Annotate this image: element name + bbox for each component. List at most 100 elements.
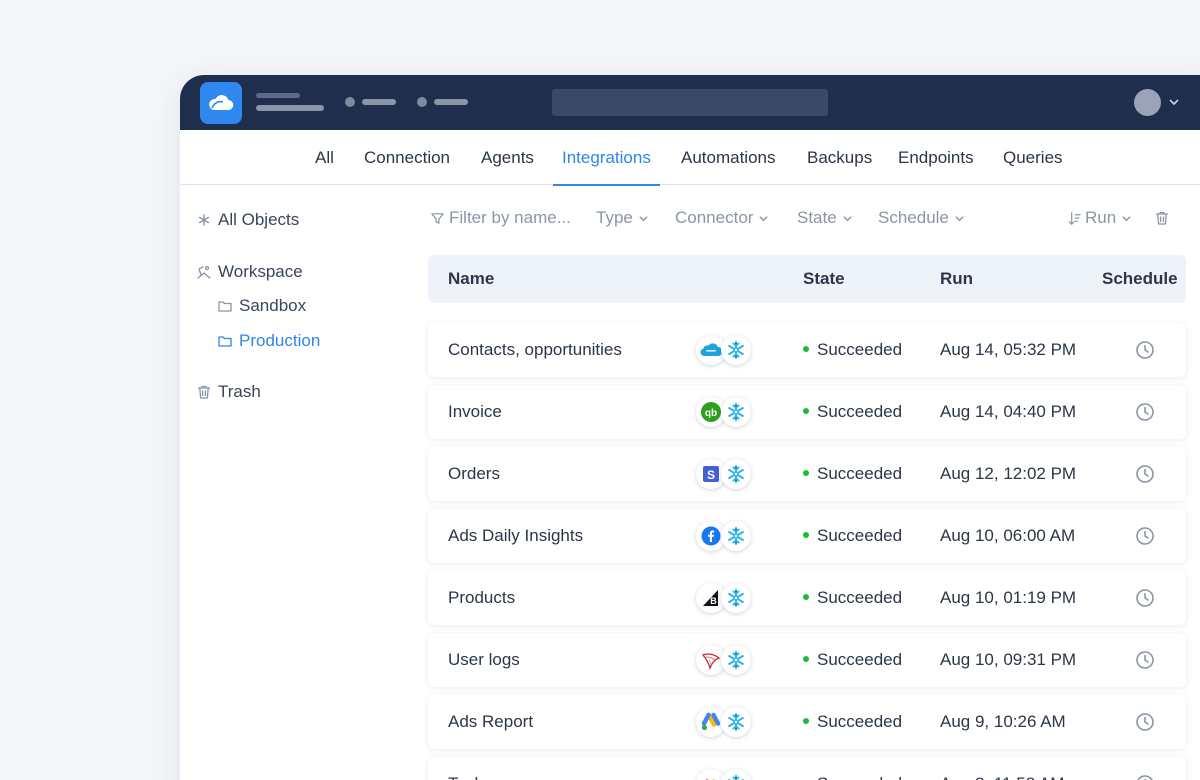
- schedule-dropdown[interactable]: Schedule: [878, 208, 965, 228]
- svg-text:qb: qb: [705, 408, 717, 419]
- svg-text:S: S: [707, 468, 715, 482]
- nav-item-placeholder[interactable]: [434, 99, 468, 105]
- sidebar-item-label: All Objects: [218, 210, 300, 229]
- run-sort-label: Run: [1085, 208, 1117, 227]
- nav-dot: [345, 97, 355, 107]
- tab-endpoints[interactable]: Endpoints: [898, 130, 974, 185]
- table-row[interactable]: Ads Daily Insights Succeeded Aug 10, 06:00…: [428, 509, 1186, 563]
- column-header-name[interactable]: Name: [448, 255, 494, 303]
- row-name: Ads Daily Insights: [448, 526, 584, 545]
- global-search-input[interactable]: [552, 89, 828, 116]
- table-row[interactable]: Contacts, opportunities Succeeded Aug 14, …: [428, 323, 1186, 377]
- tab-backups[interactable]: Backups: [807, 130, 872, 185]
- status-dot: [803, 531, 809, 538]
- table-row[interactable]: Tasks Succeeded Aug 8, 11:58 AM: [428, 757, 1186, 780]
- chevron-down-icon[interactable]: [1168, 96, 1180, 108]
- status-text: Succeeded: [817, 464, 903, 483]
- filter-icon: [431, 212, 444, 224]
- row-name: Orders: [448, 464, 500, 483]
- workspace-icon: [196, 264, 212, 280]
- status-text: Succeeded: [817, 712, 903, 731]
- avatar[interactable]: [1134, 89, 1161, 116]
- snowflake-icon: [721, 521, 751, 551]
- connector-dropdown-label: Connector: [675, 208, 754, 227]
- nav-dot: [417, 97, 427, 107]
- row-run: Aug 10, 01:19 PM: [940, 588, 1077, 607]
- row-name: Products: [448, 588, 516, 607]
- chevron-down-icon: [639, 215, 648, 221]
- snowflake-icon: [721, 645, 751, 675]
- sidebar-item-label: Production: [239, 331, 321, 350]
- clock-icon[interactable]: [1135, 526, 1155, 546]
- row-run: Aug 9, 10:26 AM: [940, 712, 1066, 731]
- column-header-schedule[interactable]: Schedule: [1102, 255, 1178, 303]
- schedule-dropdown-label: Schedule: [878, 208, 949, 227]
- sidebar-item-workspace[interactable]: Workspace: [196, 262, 303, 282]
- sidebar-item-production[interactable]: Production: [217, 331, 320, 351]
- status-text: Succeeded: [817, 588, 903, 607]
- status-text: Succeeded: [817, 526, 903, 545]
- status-dot: [803, 593, 809, 600]
- clock-icon[interactable]: [1135, 402, 1155, 422]
- app-window: All Connection Agents Integrations Autom…: [180, 75, 1200, 780]
- status-dot: [803, 469, 809, 476]
- app-logo[interactable]: [200, 82, 242, 124]
- tab-integrations[interactable]: Integrations: [553, 130, 660, 186]
- status-text: Succeeded: [817, 650, 903, 669]
- run-sort-button[interactable]: Run: [1067, 208, 1132, 228]
- tab-bar: All Connection Agents Integrations Autom…: [180, 130, 1200, 186]
- state-dropdown[interactable]: State: [797, 208, 853, 228]
- tab-agents[interactable]: Agents: [481, 130, 534, 185]
- column-header-run[interactable]: Run: [940, 255, 973, 303]
- row-state: Succeeded: [803, 633, 902, 687]
- clock-icon[interactable]: [1135, 588, 1155, 608]
- tab-all[interactable]: All: [315, 130, 334, 185]
- type-dropdown[interactable]: Type: [596, 208, 649, 228]
- table-header: Name State Run Schedule: [428, 255, 1186, 303]
- sidebar-item-trash[interactable]: Trash: [196, 382, 261, 402]
- row-run: Aug 10, 06:00 AM: [940, 526, 1076, 545]
- sidebar-item-sandbox[interactable]: Sandbox: [217, 296, 306, 316]
- connector-dropdown[interactable]: Connector: [675, 208, 769, 228]
- tab-queries[interactable]: Queries: [1003, 130, 1063, 185]
- clock-icon[interactable]: [1135, 650, 1155, 670]
- row-run: Aug 8, 11:58 AM: [940, 757, 1064, 780]
- status-dot: [803, 345, 809, 352]
- table-row[interactable]: Invoice qb Succeeded Aug 14, 04:40 PM: [428, 385, 1186, 439]
- type-dropdown-label: Type: [596, 208, 633, 227]
- row-run: Aug 14, 05:32 PM: [940, 340, 1077, 359]
- sidebar-item-all-objects[interactable]: All Objects: [196, 210, 299, 230]
- sidebar-item-label: Trash: [218, 382, 261, 401]
- status-text: Succeeded: [817, 340, 903, 359]
- filter-by-name-input[interactable]: Filter by name...: [430, 208, 571, 228]
- chevron-down-icon: [759, 215, 768, 221]
- tab-connection[interactable]: Connection: [364, 130, 450, 185]
- row-run: Aug 12, 12:02 PM: [940, 464, 1077, 483]
- chevron-down-icon: [955, 215, 964, 221]
- tab-automations[interactable]: Automations: [681, 130, 776, 185]
- app-title-placeholder: [256, 93, 300, 98]
- row-name: Ads Report: [448, 712, 534, 731]
- clock-icon[interactable]: [1135, 464, 1155, 484]
- snowflake-icon: [721, 707, 751, 737]
- column-header-state[interactable]: State: [803, 255, 845, 303]
- snowflake-icon: [721, 769, 751, 780]
- row-name: Tasks: [448, 757, 491, 780]
- row-name: Invoice: [448, 402, 502, 421]
- chevron-down-icon: [843, 215, 852, 221]
- row-state: Succeeded: [803, 571, 902, 625]
- folder-icon: [217, 298, 233, 314]
- table-row[interactable]: Orders S Succeeded Aug 12, 12:02 PM: [428, 447, 1186, 501]
- row-state: Succeeded: [803, 447, 902, 501]
- table-row[interactable]: Products B Succeeded Aug 10, 01:19 PM: [428, 571, 1186, 625]
- table-row[interactable]: User logs Succeeded Aug 10, 09:31 PM: [428, 633, 1186, 687]
- table-row[interactable]: Ads Report Succeeded Aug 9, 10:26 AM: [428, 695, 1186, 749]
- delete-button[interactable]: [1154, 210, 1170, 226]
- row-state: Succeeded: [803, 323, 902, 377]
- row-state: Succeeded: [803, 385, 902, 439]
- row-run: Aug 10, 09:31 PM: [940, 650, 1077, 669]
- clock-icon[interactable]: [1135, 774, 1155, 780]
- clock-icon[interactable]: [1135, 340, 1155, 360]
- clock-icon[interactable]: [1135, 712, 1155, 732]
- nav-item-placeholder[interactable]: [362, 99, 396, 105]
